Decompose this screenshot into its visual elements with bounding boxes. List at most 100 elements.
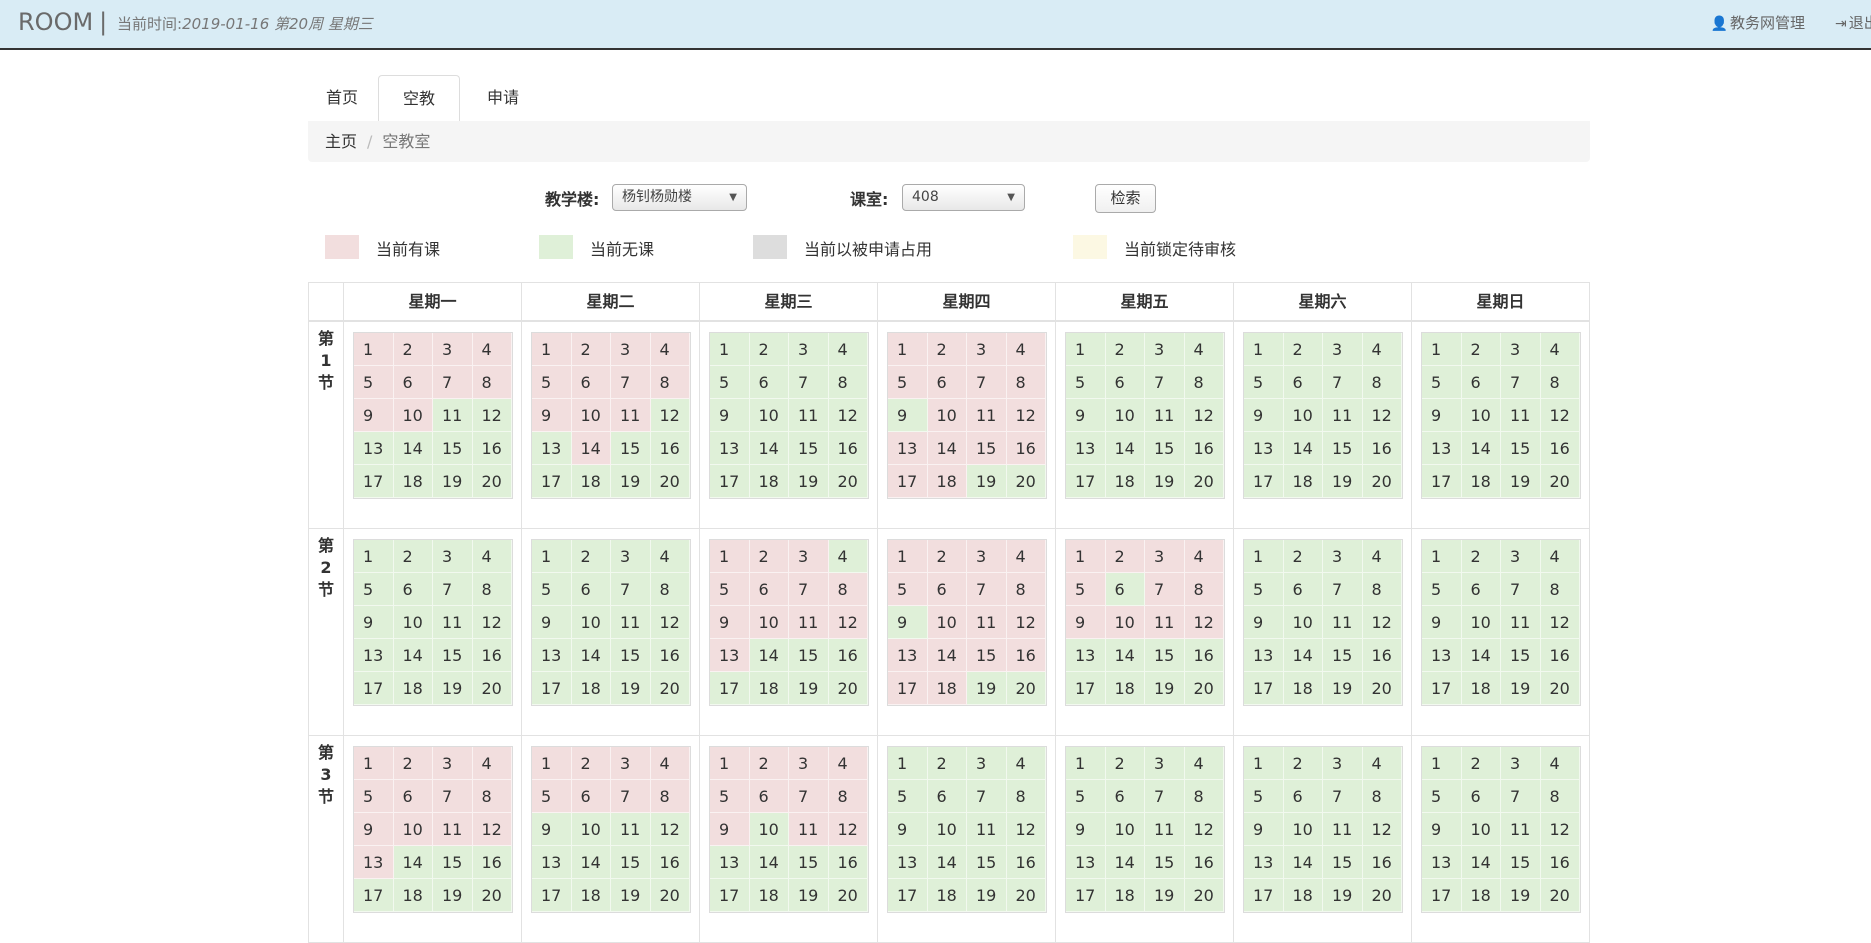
week-cell[interactable]: 14 [1283,846,1323,879]
week-cell[interactable]: 16 [1540,846,1580,879]
week-cell[interactable]: 13 [532,432,572,465]
week-cell[interactable]: 6 [1461,573,1501,606]
week-cell[interactable]: 15 [611,846,651,879]
week-cell[interactable]: 2 [1283,747,1323,780]
week-cell[interactable]: 7 [1501,366,1541,399]
week-cell[interactable]: 11 [1323,813,1363,846]
week-cell[interactable]: 19 [611,672,651,705]
week-cell[interactable]: 12 [1184,813,1224,846]
brand-text[interactable]: ROOM [18,8,93,36]
week-cell[interactable]: 4 [1184,333,1224,366]
week-cell[interactable]: 8 [650,366,690,399]
week-cell[interactable]: 16 [1184,432,1224,465]
week-cell[interactable]: 14 [571,846,611,879]
week-cell[interactable]: 2 [571,540,611,573]
week-cell[interactable]: 4 [1006,540,1046,573]
week-cell[interactable]: 4 [472,540,512,573]
week-cell[interactable]: 10 [927,606,967,639]
week-cell[interactable]: 10 [927,813,967,846]
week-cell[interactable]: 16 [1540,432,1580,465]
room-select[interactable]: 408 ▼ [902,184,1025,211]
week-cell[interactable]: 7 [1323,366,1363,399]
week-cell[interactable]: 8 [1184,573,1224,606]
week-cell[interactable]: 1 [1244,333,1284,366]
week-cell[interactable]: 3 [1145,747,1185,780]
week-cell[interactable]: 13 [1244,639,1284,672]
week-cell[interactable]: 14 [1461,639,1501,672]
week-cell[interactable]: 4 [650,747,690,780]
week-cell[interactable]: 4 [1006,333,1046,366]
week-cell[interactable]: 12 [650,399,690,432]
week-cell[interactable]: 7 [1501,780,1541,813]
week-cell[interactable]: 5 [888,366,928,399]
building-select[interactable]: 杨钊杨勋楼 ▼ [612,184,747,211]
week-cell[interactable]: 13 [1244,846,1284,879]
week-cell[interactable]: 6 [571,366,611,399]
week-cell[interactable]: 6 [393,573,433,606]
week-cell[interactable]: 14 [749,432,789,465]
week-cell[interactable]: 18 [1105,465,1145,498]
week-cell[interactable]: 17 [354,879,394,912]
week-cell[interactable]: 11 [1501,399,1541,432]
week-cell[interactable]: 17 [1244,465,1284,498]
week-cell[interactable]: 20 [1184,879,1224,912]
week-cell[interactable]: 20 [1362,879,1402,912]
week-cell[interactable]: 1 [1244,747,1284,780]
week-cell[interactable]: 10 [1105,813,1145,846]
week-cell[interactable]: 11 [1323,606,1363,639]
week-cell[interactable]: 15 [1501,639,1541,672]
week-cell[interactable]: 15 [1323,432,1363,465]
week-cell[interactable]: 11 [789,606,829,639]
week-cell[interactable]: 14 [393,639,433,672]
tab-application[interactable]: 申请表 [462,75,544,153]
week-cell[interactable]: 1 [710,540,750,573]
week-cell[interactable]: 7 [433,573,473,606]
week-cell[interactable]: 3 [789,747,829,780]
week-cell[interactable]: 1 [710,747,750,780]
week-cell[interactable]: 12 [472,813,512,846]
week-cell[interactable]: 3 [789,540,829,573]
week-cell[interactable]: 13 [710,846,750,879]
week-cell[interactable]: 5 [532,780,572,813]
week-cell[interactable]: 18 [393,879,433,912]
week-cell[interactable]: 2 [1461,747,1501,780]
week-cell[interactable]: 18 [927,672,967,705]
week-cell[interactable]: 5 [1244,780,1284,813]
week-cell[interactable]: 7 [1145,780,1185,813]
week-cell[interactable]: 9 [888,813,928,846]
week-cell[interactable]: 5 [1244,366,1284,399]
week-cell[interactable]: 9 [1422,813,1462,846]
week-cell[interactable]: 4 [1362,540,1402,573]
week-cell[interactable]: 10 [1283,813,1323,846]
week-cell[interactable]: 8 [472,366,512,399]
week-cell[interactable]: 9 [710,813,750,846]
week-cell[interactable]: 20 [1184,672,1224,705]
week-cell[interactable]: 11 [433,813,473,846]
week-cell[interactable]: 2 [749,333,789,366]
breadcrumb-home[interactable]: 主页 [325,132,357,151]
week-cell[interactable]: 17 [1422,879,1462,912]
week-cell[interactable]: 5 [710,780,750,813]
week-cell[interactable]: 4 [828,540,868,573]
week-cell[interactable]: 4 [1540,747,1580,780]
week-cell[interactable]: 11 [967,606,1007,639]
week-cell[interactable]: 8 [1540,780,1580,813]
week-cell[interactable]: 16 [1006,432,1046,465]
week-cell[interactable]: 7 [433,366,473,399]
week-cell[interactable]: 15 [967,432,1007,465]
week-cell[interactable]: 19 [1323,465,1363,498]
week-cell[interactable]: 19 [1323,879,1363,912]
logout-link[interactable]: ⇥退出 [1835,12,1871,33]
week-cell[interactable]: 16 [1362,639,1402,672]
week-cell[interactable]: 4 [472,333,512,366]
brand[interactable]: ROOM | [18,8,107,36]
week-cell[interactable]: 20 [650,672,690,705]
week-cell[interactable]: 10 [1283,606,1323,639]
week-cell[interactable]: 9 [532,606,572,639]
week-cell[interactable]: 17 [888,879,928,912]
week-cell[interactable]: 18 [1283,672,1323,705]
week-cell[interactable]: 2 [571,333,611,366]
week-cell[interactable]: 14 [393,846,433,879]
week-cell[interactable]: 11 [1323,399,1363,432]
week-cell[interactable]: 4 [1184,747,1224,780]
